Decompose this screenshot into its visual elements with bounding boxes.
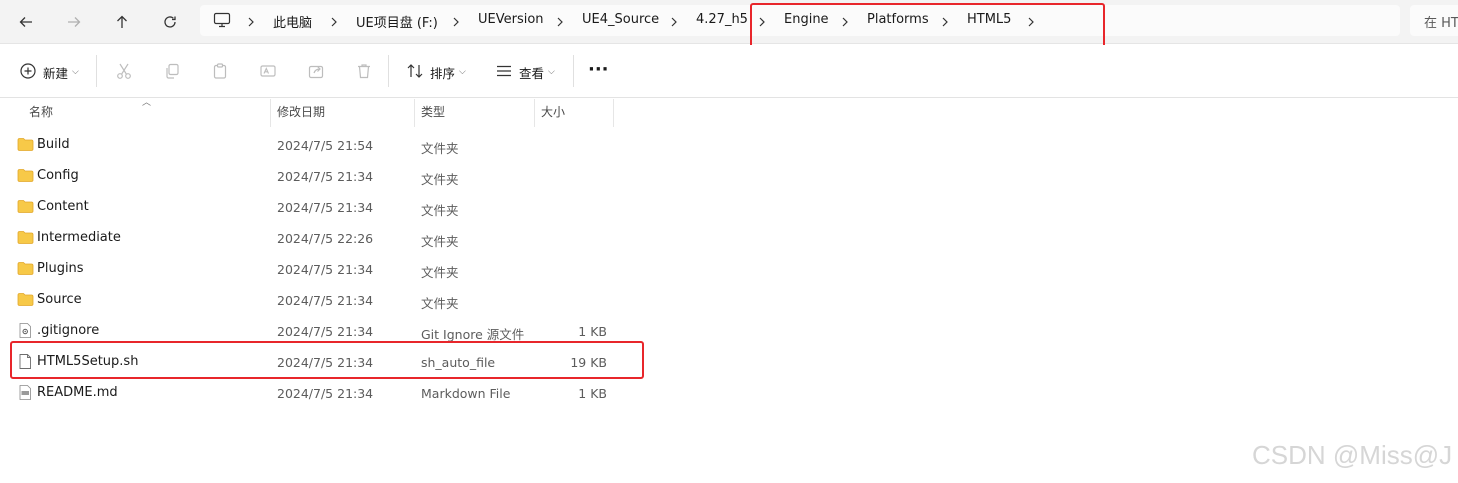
file-name: README.md (37, 385, 118, 400)
toolbar-divider (96, 55, 97, 87)
address-row: 此电脑 UE项目盘 (F:) UEVersion UE4_Source 4.27… (0, 0, 1458, 44)
file-highlight-box (10, 341, 644, 379)
delete-icon[interactable] (355, 62, 373, 80)
breadcrumb-item[interactable]: UEVersion (478, 12, 544, 27)
list-item[interactable]: Source 2024/7/5 21:34 文件夹 (0, 285, 640, 316)
file-type: 文件夹 (421, 172, 459, 187)
column-divider[interactable] (414, 99, 415, 127)
search-input[interactable]: 在 HT (1424, 12, 1458, 31)
file-name: Config (37, 168, 79, 183)
breadcrumb-item[interactable]: 4.27_h5 (696, 12, 748, 27)
list-item[interactable]: Intermediate 2024/7/5 22:26 文件夹 (0, 223, 640, 254)
file-name: Source (37, 292, 82, 307)
column-divider[interactable] (534, 99, 535, 127)
column-header-size[interactable]: 大小 (541, 103, 565, 120)
forward-button[interactable] (61, 9, 87, 35)
chevron-down-icon: ⌵ (548, 67, 555, 77)
breadcrumb-item[interactable]: 此电脑 (273, 12, 312, 31)
folder-icon (17, 199, 34, 214)
refresh-icon (164, 16, 176, 28)
chevron-right-icon[interactable] (669, 13, 679, 27)
column-header-date[interactable]: 修改日期 (277, 103, 325, 120)
list-item[interactable]: Content 2024/7/5 21:34 文件夹 (0, 192, 640, 223)
file-name: Plugins (37, 261, 84, 276)
file-name: Build (37, 137, 70, 152)
list-item[interactable]: Build 2024/7/5 21:54 文件夹 (0, 130, 640, 161)
arrow-left-icon (19, 17, 32, 27)
chevron-right-icon[interactable] (555, 13, 565, 27)
plus-circle-icon[interactable] (19, 62, 37, 80)
file-date: 2024/7/5 21:34 (277, 200, 374, 215)
file-type: 文件夹 (421, 265, 459, 280)
file-date: 2024/7/5 21:34 (277, 293, 374, 308)
view-label: 查看 (519, 65, 545, 81)
new-label: 新建 (43, 65, 69, 81)
view-icon[interactable] (495, 62, 513, 80)
breadcrumb-item[interactable]: UE项目盘 (F:) (356, 12, 438, 31)
breadcrumb-item[interactable]: UE4_Source (582, 12, 659, 27)
file-type: 文件夹 (421, 234, 459, 249)
toolbar-divider (388, 55, 389, 87)
column-header-name[interactable]: 名称 (29, 103, 53, 120)
list-item[interactable]: Config 2024/7/5 21:34 文件夹 (0, 161, 640, 192)
file-type: 文件夹 (421, 296, 459, 311)
sort-ascending-icon: ︿ (142, 98, 152, 108)
chevron-right-icon[interactable] (451, 13, 461, 27)
column-header-type[interactable]: 类型 (421, 103, 445, 120)
folder-icon (17, 292, 34, 307)
file-name: Intermediate (37, 230, 121, 245)
rename-icon[interactable] (259, 62, 277, 80)
paste-icon[interactable] (211, 62, 229, 80)
file-date: 2024/7/5 22:26 (277, 231, 374, 246)
command-bar: 新建 ⌵ 排序 ⌵ 查看 ⌵ ··· (0, 45, 1458, 98)
more-options-button[interactable]: ··· (588, 58, 609, 80)
back-button[interactable] (13, 9, 39, 35)
computer-icon[interactable] (213, 12, 231, 28)
arrow-right-icon (68, 17, 81, 27)
file-size: 1 KB (578, 386, 607, 401)
file-type: Markdown File (421, 386, 511, 401)
sort-icon[interactable] (406, 62, 424, 80)
new-button[interactable]: 新建 ⌵ (43, 61, 79, 83)
markdown-file-icon (17, 385, 34, 400)
cut-icon[interactable] (115, 62, 133, 80)
file-date: 2024/7/5 21:34 (277, 169, 374, 184)
arrow-up-icon (117, 15, 127, 28)
folder-icon (17, 137, 34, 152)
file-date: 2024/7/5 21:34 (277, 262, 374, 277)
copy-icon[interactable] (163, 62, 181, 80)
share-icon[interactable] (307, 62, 325, 80)
chevron-right-icon[interactable] (329, 13, 339, 27)
folder-icon (17, 168, 34, 183)
list-item[interactable]: Plugins 2024/7/5 21:34 文件夹 (0, 254, 640, 285)
chevron-right-icon[interactable] (246, 13, 256, 27)
sort-label: 排序 (430, 65, 456, 81)
file-type: 文件夹 (421, 203, 459, 218)
folder-icon (17, 261, 34, 276)
file-name: Content (37, 199, 89, 214)
up-button[interactable] (109, 9, 135, 35)
breadcrumb-highlight-box (750, 3, 1105, 49)
chevron-down-icon: ⌵ (72, 67, 79, 77)
file-type: 文件夹 (421, 141, 459, 156)
folder-icon (17, 230, 34, 245)
toolbar-divider (573, 55, 574, 87)
sort-button[interactable]: 排序 ⌵ (430, 61, 466, 83)
file-date: 2024/7/5 21:54 (277, 138, 374, 153)
refresh-button[interactable] (157, 9, 183, 35)
gear-file-icon (17, 323, 34, 338)
column-divider[interactable] (613, 99, 614, 127)
list-item[interactable]: README.md 2024/7/5 21:34 Markdown File 1… (0, 378, 640, 409)
file-name: .gitignore (37, 323, 100, 338)
chevron-down-icon: ⌵ (459, 67, 466, 77)
watermark: CSDN @Miss@J (1252, 440, 1453, 470)
file-date: 2024/7/5 21:34 (277, 386, 374, 401)
file-date: 2024/7/5 21:34 (277, 324, 374, 339)
column-divider[interactable] (270, 99, 271, 127)
file-size: 1 KB (578, 324, 607, 339)
view-button[interactable]: 查看 ⌵ (519, 61, 555, 83)
